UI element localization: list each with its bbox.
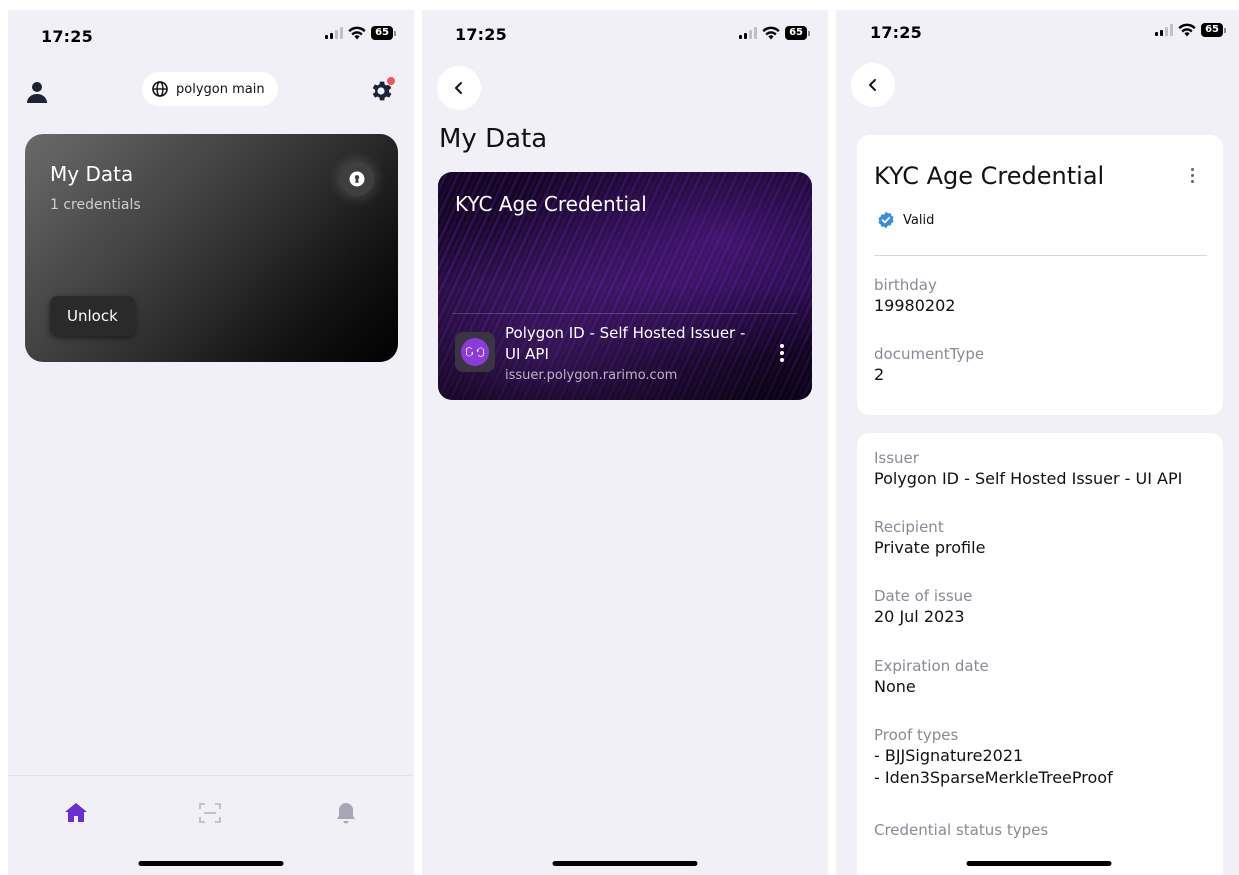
wifi-icon [348, 26, 366, 40]
field-document-type: documentType 2 [874, 345, 985, 384]
lock-button[interactable] [340, 162, 374, 196]
status-bar: 17:25 65 [836, 10, 1239, 60]
network-selector[interactable]: polygon main [142, 72, 278, 106]
bottom-nav [8, 775, 414, 875]
battery-icon: 65 [785, 26, 810, 40]
home-indicator [138, 861, 284, 866]
signal-icon [325, 27, 344, 39]
my-data-screen: 17:25 65 My Data KYC Age Credential Poly… [422, 10, 828, 875]
home-top-bar: polygon main [8, 72, 414, 112]
field-issuer: Issuer Polygon ID - Self Hosted Issuer -… [874, 449, 1183, 488]
issuer-url: issuer.polygon.rarimo.com [505, 368, 678, 383]
keyhole-icon [349, 171, 365, 187]
wifi-icon [1178, 23, 1196, 37]
my-data-card[interactable]: My Data 1 credentials Unlock [25, 134, 398, 362]
battery-icon: 65 [1201, 23, 1226, 37]
credential-detail-screen: 17:25 65 KYC Age Credential Valid birthd… [836, 10, 1239, 875]
more-options-icon[interactable] [780, 344, 784, 362]
status-badge: Valid [877, 211, 934, 229]
field-recipient: Recipient Private profile [874, 518, 986, 557]
field-proof-types: Proof types - BJJSignature2021 - Iden3Sp… [874, 726, 1113, 787]
wifi-icon [762, 26, 780, 40]
status-bar: 17:25 65 [8, 10, 414, 60]
card-title: My Data [50, 162, 134, 186]
page-title: My Data [439, 124, 548, 154]
home-indicator [552, 861, 698, 866]
chevron-left-icon [455, 82, 462, 94]
field-expiration-date: Expiration date None [874, 657, 989, 696]
status-bar: 17:25 65 [422, 10, 828, 60]
settings-button[interactable] [368, 76, 396, 104]
globe-icon [152, 81, 168, 97]
polygon-logo-icon [466, 346, 484, 358]
status-label: Valid [903, 212, 935, 228]
field-credential-status-types: Credential status types [874, 821, 1049, 839]
battery-icon: 65 [371, 26, 396, 40]
credential-title: KYC Age Credential [874, 162, 1105, 190]
credential-info-card: Issuer Polygon ID - Self Hosted Issuer -… [857, 433, 1223, 875]
field-birthday: birthday 19980202 [874, 276, 956, 315]
credential-summary-card: KYC Age Credential Valid birthday 199802… [857, 135, 1223, 415]
signal-icon [1155, 24, 1174, 36]
chevron-left-icon [869, 79, 876, 91]
status-time: 17:25 [870, 23, 922, 42]
network-label: polygon main [176, 81, 265, 97]
scan-icon[interactable] [197, 800, 223, 826]
home-indicator [966, 861, 1112, 866]
signal-icon [739, 27, 758, 39]
field-date-of-issue: Date of issue 20 Jul 2023 [874, 587, 973, 626]
issuer-name: Polygon ID - Self Hosted Issuer - UI API [505, 324, 746, 363]
bell-icon[interactable] [333, 800, 359, 826]
back-button[interactable] [851, 63, 895, 107]
more-options-icon[interactable] [1191, 168, 1194, 183]
status-time: 17:25 [455, 25, 507, 44]
status-time: 17:25 [41, 27, 93, 46]
credential-card[interactable]: KYC Age Credential Polygon ID - Self Hos… [438, 172, 812, 400]
profile-icon[interactable] [25, 80, 49, 104]
credential-title: KYC Age Credential [455, 192, 647, 216]
back-button[interactable] [437, 66, 481, 110]
home-screen: 17:25 65 polygon main My Data 1 credenti… [8, 10, 414, 875]
card-subtitle: 1 credentials [50, 197, 141, 213]
issuer-logo [455, 332, 495, 372]
notification-dot [386, 76, 396, 86]
verified-icon [878, 211, 894, 229]
home-icon[interactable] [63, 800, 89, 826]
unlock-button[interactable]: Unlock [50, 296, 135, 336]
